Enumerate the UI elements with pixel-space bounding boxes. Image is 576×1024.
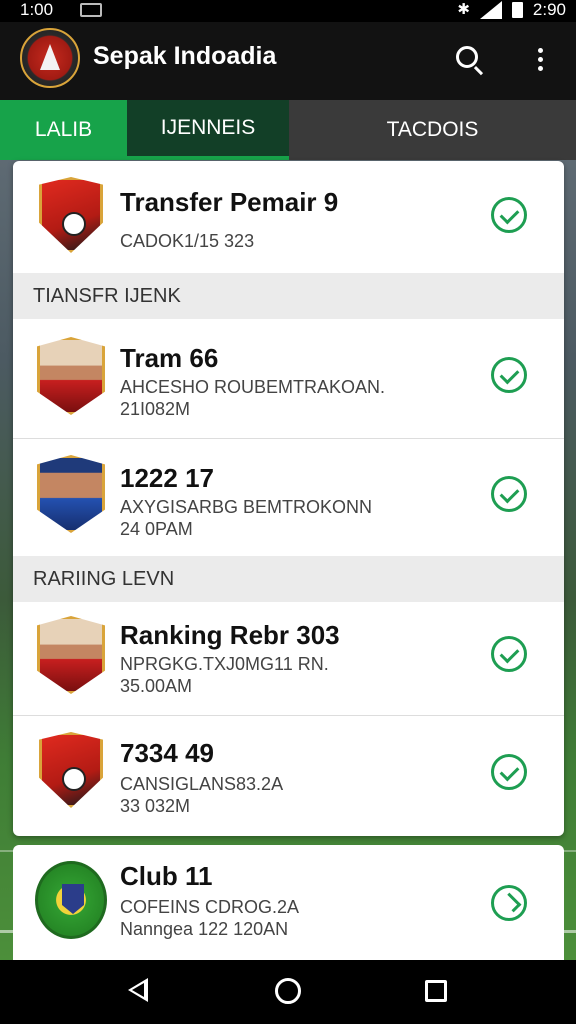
tab-ijenneis[interactable]: IJENNEIS [127, 100, 289, 160]
list-item[interactable]: 7334 49 CANSIGLANS83.2A 33 032M [13, 716, 564, 836]
notification-icon [80, 3, 102, 17]
list-item[interactable]: Club 11 COFEINS CDROG.2A Nanngea 122 120… [13, 845, 564, 960]
item-line1: NPRGKG.TXJ0MG11 RN. [120, 654, 329, 674]
list-item[interactable]: 1222 17 AXYGISARBG BEMTROKONN 24 0PAM [13, 439, 564, 556]
status-bar: 1:00 ✱ 2:90 [0, 0, 576, 22]
back-icon[interactable] [128, 978, 148, 1002]
item-title: Tram 66 [120, 343, 219, 373]
item-title: Ranking Rebr 303 [120, 620, 340, 650]
tab-lalib[interactable]: LALIB [0, 100, 127, 160]
tab-bar: LALIB IJENNEIS TACDOIS [0, 100, 576, 160]
ball-icon [62, 212, 86, 236]
item-title: Transfer Pemair 9 [120, 187, 339, 217]
item-line1: CANSIGLANS83.2A [120, 774, 284, 794]
check-icon[interactable] [491, 476, 527, 512]
battery-icon [511, 2, 523, 18]
club-badge-icon [39, 177, 103, 253]
item-line2: 24 0PAM [120, 519, 193, 539]
recent-apps-icon[interactable] [425, 980, 447, 1002]
list-item[interactable]: Ranking Rebr 303 NPRGKG.TXJ0MG11 RN. 35.… [13, 602, 564, 716]
status-time: 1:00 [20, 0, 54, 19]
item-line1: AXYGISARBG BEMTROKONN [120, 497, 373, 517]
item-line2: 21I082M [120, 399, 191, 419]
check-icon[interactable] [491, 754, 527, 790]
item-title: 7334 49 [120, 738, 214, 768]
section-header: RARIING LEVN [13, 556, 564, 602]
bluetooth-icon: ✱ [457, 1, 470, 18]
club-crest-icon [35, 861, 107, 939]
item-line1: AHCESHO ROUBEMTRAKOAN. [120, 377, 386, 397]
item-title: 1222 17 [120, 463, 214, 493]
ball-icon [62, 767, 86, 791]
check-icon[interactable] [491, 357, 527, 393]
status-clock: 2:90 [532, 0, 566, 19]
item-subtitle: CADOK1/15 323 [120, 231, 255, 251]
list-card: Club 11 COFEINS CDROG.2A Nanngea 122 120… [13, 845, 564, 960]
app-title: Sepak Indoadia [93, 42, 277, 70]
logo-icon [20, 28, 80, 88]
player-avatar [37, 455, 105, 533]
player-avatar [37, 616, 105, 694]
navigation-bar [0, 960, 576, 1024]
signal-icon [479, 1, 502, 19]
item-title: Club 11 [120, 861, 213, 891]
item-line2: 35.00AM [120, 676, 193, 696]
search-icon[interactable] [456, 46, 478, 68]
list-card: Transfer Pemair 9 CADOK1/15 323 TIANSFR … [13, 161, 564, 836]
list-item[interactable]: Transfer Pemair 9 CADOK1/15 323 [13, 161, 564, 273]
item-line2: Nanngea 122 120AN [120, 919, 289, 939]
item-line2: 33 032M [120, 796, 191, 816]
club-badge-icon [39, 732, 103, 808]
tab-tacdois[interactable]: TACDOIS [289, 100, 576, 160]
sync-icon[interactable] [491, 885, 527, 921]
more-vert-icon[interactable] [530, 48, 550, 74]
status-icons: ✱ 2:90 [457, 0, 566, 20]
home-icon[interactable] [275, 978, 301, 1004]
list-item[interactable]: Tram 66 AHCESHO ROUBEMTRAKOAN. 21I082M [13, 319, 564, 439]
item-line1: COFEINS CDROG.2A [120, 897, 300, 917]
check-icon[interactable] [491, 636, 527, 672]
check-icon[interactable] [491, 197, 527, 233]
player-avatar [37, 337, 105, 415]
section-header: TIANSFR IJENK [13, 273, 564, 319]
app-bar: Sepak Indoadia [0, 22, 576, 100]
